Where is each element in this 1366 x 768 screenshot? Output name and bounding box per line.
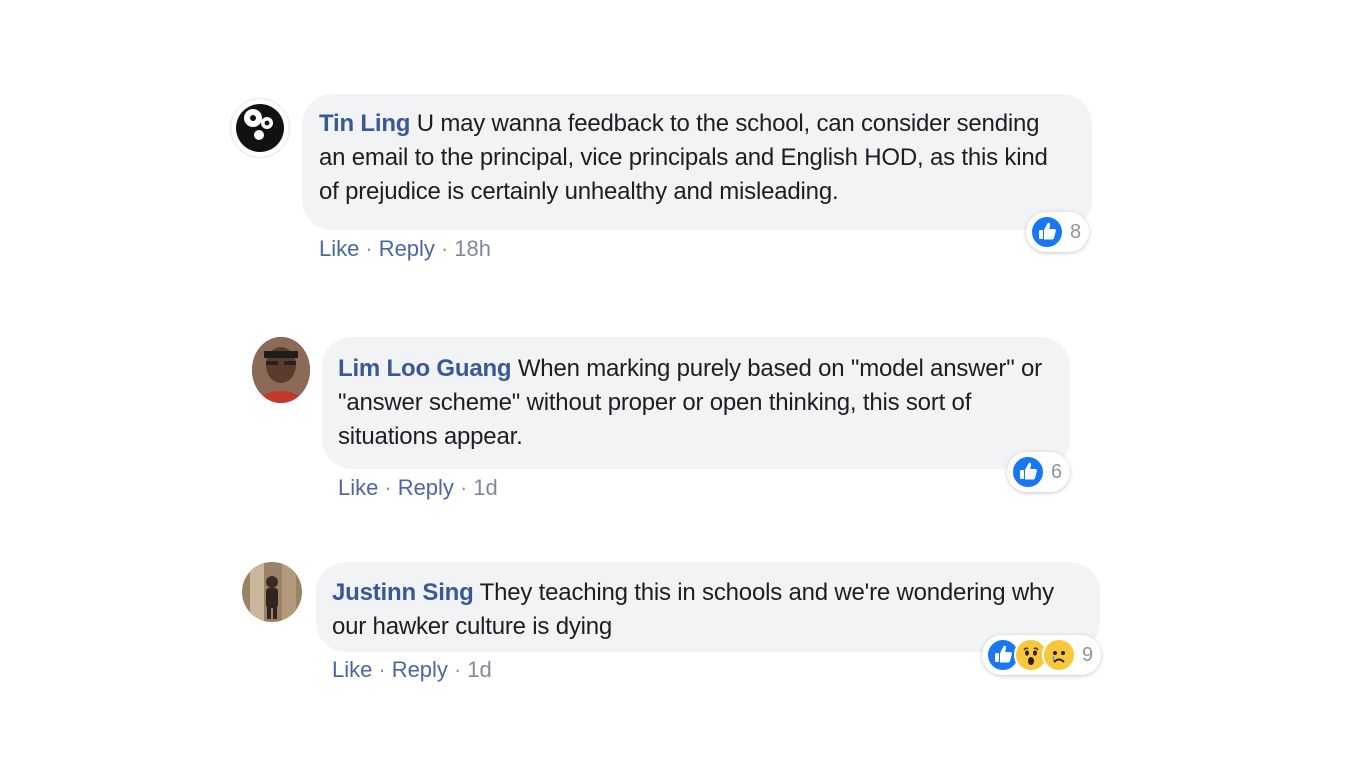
- reaction-count: 6: [1051, 460, 1063, 483]
- comment-bubble: Lim Loo Guang When marking purely based …: [322, 337, 1070, 469]
- comment-bubble: Justinn Sing They teaching this in schoo…: [316, 562, 1100, 652]
- avatar[interactable]: [242, 562, 302, 622]
- comment-author[interactable]: Justinn Sing: [332, 579, 474, 606]
- reaction-count: 8: [1070, 220, 1082, 243]
- avatar[interactable]: [252, 337, 310, 403]
- comment-bubble: Tin Ling U may wanna feedback to the sch…: [302, 94, 1092, 230]
- comment-actions: Like · Reply · 18h: [319, 236, 491, 262]
- separator-dot: ·: [459, 475, 468, 500]
- person-photo-icon: [242, 562, 302, 622]
- like-button[interactable]: Like: [319, 236, 359, 261]
- separator-dot: ·: [384, 475, 392, 500]
- comment-thread: Tin Ling U may wanna feedback to the sch…: [0, 0, 1366, 768]
- reply-button[interactable]: Reply: [398, 475, 454, 500]
- timestamp[interactable]: 1d: [473, 475, 497, 500]
- like-button[interactable]: Like: [338, 475, 378, 500]
- like-button[interactable]: Like: [332, 657, 372, 682]
- separator-dot: ·: [378, 657, 386, 682]
- reaction-summary[interactable]: 8: [1026, 212, 1090, 252]
- reaction-summary[interactable]: 9: [982, 635, 1102, 675]
- comment-actions: Like · Reply · 1d: [338, 475, 498, 501]
- reaction-summary[interactable]: 6: [1007, 452, 1071, 492]
- reply-button[interactable]: Reply: [379, 236, 435, 261]
- sad-icon: [1042, 638, 1076, 672]
- like-icon: [1011, 455, 1045, 489]
- reaction-count: 9: [1082, 643, 1094, 666]
- timestamp[interactable]: 1d: [467, 657, 491, 682]
- comment-actions: Like · Reply · 1d: [332, 657, 492, 683]
- comment-text: U may wanna feedback to the school, can …: [319, 110, 1048, 205]
- reply-button[interactable]: Reply: [392, 657, 448, 682]
- panda-icon: [236, 104, 284, 152]
- person-photo-icon: [252, 337, 310, 403]
- separator-dot: ·: [365, 236, 373, 261]
- avatar[interactable]: [230, 98, 290, 158]
- comment-author[interactable]: Tin Ling: [319, 110, 410, 137]
- comment-author[interactable]: Lim Loo Guang: [338, 355, 512, 382]
- timestamp[interactable]: 18h: [454, 236, 491, 261]
- separator-dot: ·: [440, 236, 449, 261]
- like-icon: [1030, 215, 1064, 249]
- separator-dot: ·: [453, 657, 462, 682]
